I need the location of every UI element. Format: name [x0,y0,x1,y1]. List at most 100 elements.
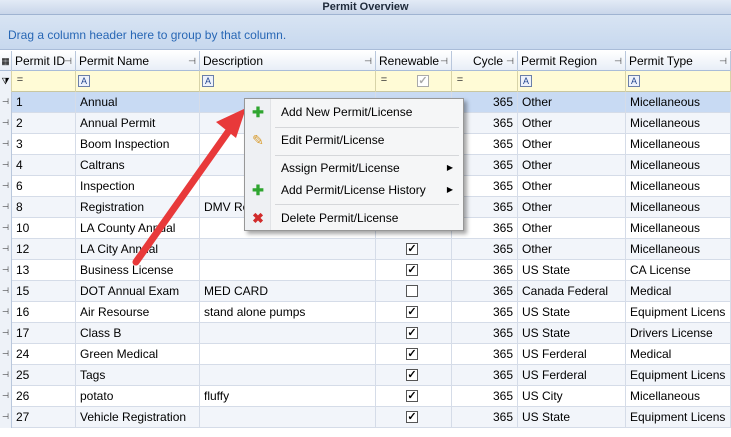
menu-item-add-new-permit[interactable]: ✚ Add New Permit/License [245,101,463,123]
cell-region[interactable]: Canada Federal [518,281,626,302]
cell-name[interactable]: Green Medical [76,344,200,365]
cell-name[interactable]: Annual [76,92,200,113]
cell-id[interactable]: 1 [12,92,76,113]
cell-region[interactable]: Other [518,155,626,176]
filter-cell-description[interactable]: A [200,71,376,92]
renewable-checkbox[interactable]: ✓ [406,390,418,402]
row-pin-icon[interactable]: ⊣ [0,92,12,113]
row-pin-icon[interactable]: ⊣ [0,134,12,155]
cell-name[interactable]: Registration [76,197,200,218]
cell-description[interactable]: stand alone pumps [200,302,376,323]
cell-renewable[interactable]: ✓ [376,365,452,386]
cell-id[interactable]: 4 [12,155,76,176]
cell-region[interactable]: US State [518,323,626,344]
cell-name[interactable]: Boom Inspection [76,134,200,155]
renewable-checkbox[interactable]: ✓ [406,327,418,339]
cell-cycle[interactable]: 365 [452,407,518,428]
cell-description[interactable]: MED CARD [200,281,376,302]
cell-cycle[interactable]: 365 [452,302,518,323]
cell-renewable[interactable]: ✓ [376,260,452,281]
cell-region[interactable]: Other [518,113,626,134]
cell-renewable[interactable]: ✓ [376,386,452,407]
row-pin-icon[interactable]: ⊣ [0,344,12,365]
cell-region[interactable]: Other [518,92,626,113]
row-pin-icon[interactable]: ⊣ [0,323,12,344]
filter-cell-renewable[interactable]: = ✓ [376,71,452,92]
pin-icon[interactable]: ⊣ [364,51,372,71]
row-pin-icon[interactable]: ⊣ [0,239,12,260]
cell-id[interactable]: 24 [12,344,76,365]
filter-operator[interactable]: A [520,75,532,87]
row-pin-icon[interactable]: ⊣ [0,176,12,197]
cell-name[interactable]: Business License [76,260,200,281]
cell-region[interactable]: Other [518,176,626,197]
cell-id[interactable]: 25 [12,365,76,386]
cell-name[interactable]: Inspection [76,176,200,197]
cell-type[interactable]: Equipment Licens [626,407,731,428]
cell-type[interactable]: Micellaneous [626,92,731,113]
cell-id[interactable]: 8 [12,197,76,218]
cell-type[interactable]: Micellaneous [626,197,731,218]
cell-cycle[interactable]: 365 [452,260,518,281]
cell-cycle[interactable]: 365 [452,365,518,386]
cell-type[interactable]: Equipment Licens [626,302,731,323]
filter-cell-permit-id[interactable]: = [12,71,76,92]
pin-icon[interactable]: ⊣ [719,51,727,71]
cell-cycle[interactable]: 365 [452,239,518,260]
cell-type[interactable]: Micellaneous [626,113,731,134]
cell-type[interactable]: Micellaneous [626,239,731,260]
menu-item-add-permit-history[interactable]: ✚ Add Permit/License History ▶ [245,179,463,201]
column-header-permit-region[interactable]: Permit Region ⊣ [518,51,626,71]
cell-cycle[interactable]: 365 [452,281,518,302]
cell-renewable[interactable]: ✓ [376,407,452,428]
pin-icon[interactable]: ⊣ [188,51,196,71]
column-header-permit-name[interactable]: Permit Name ⊣ [76,51,200,71]
menu-item-assign-permit[interactable]: Assign Permit/License ▶ [245,157,463,179]
group-by-panel[interactable]: Drag a column header here to group by th… [0,15,731,50]
cell-region[interactable]: US Ferderal [518,365,626,386]
renewable-checkbox[interactable]: ✓ [406,348,418,360]
table-row[interactable]: ⊣ 17 Class B ✓ 365 US State Drivers License [0,323,731,344]
row-pin-icon[interactable]: ⊣ [0,113,12,134]
row-pin-icon[interactable]: ⊣ [0,260,12,281]
cell-description[interactable] [200,260,376,281]
cell-id[interactable]: 27 [12,407,76,428]
cell-name[interactable]: Annual Permit [76,113,200,134]
cell-description[interactable] [200,344,376,365]
row-pin-icon[interactable]: ⊣ [0,218,12,239]
filter-operator[interactable]: A [78,75,90,87]
row-pin-icon[interactable]: ⊣ [0,365,12,386]
cell-region[interactable]: US City [518,386,626,407]
cell-id[interactable]: 3 [12,134,76,155]
filter-icon[interactable]: ⧩ [0,71,12,92]
cell-id[interactable]: 2 [12,113,76,134]
cell-id[interactable]: 16 [12,302,76,323]
menu-item-delete-permit[interactable]: ✖ Delete Permit/License [245,207,463,229]
renewable-checkbox[interactable]: ✓ [406,264,418,276]
filter-cell-cycle[interactable]: = [452,71,518,92]
cell-name[interactable]: Caltrans [76,155,200,176]
cell-description[interactable] [200,323,376,344]
cell-id[interactable]: 12 [12,239,76,260]
pin-icon[interactable]: ⊣ [506,51,514,71]
cell-cycle[interactable]: 365 [452,344,518,365]
cell-renewable[interactable]: ✓ [376,344,452,365]
renewable-checkbox[interactable] [406,285,418,297]
filter-operator[interactable]: = [454,75,466,87]
filter-cell-permit-type[interactable]: A [626,71,731,92]
table-row[interactable]: ⊣ 13 Business License ✓ 365 US State CA Licens… [0,260,731,281]
table-row[interactable]: ⊣ 27 Vehicle Registration ✓ 365 US State Equip… [0,407,731,428]
row-pin-icon[interactable]: ⊣ [0,386,12,407]
pin-icon[interactable]: ⊣ [614,51,622,71]
cell-type[interactable]: CA License [626,260,731,281]
filter-cell-permit-name[interactable]: A [76,71,200,92]
row-pin-icon[interactable]: ⊣ [0,407,12,428]
cell-type[interactable]: Micellaneous [626,176,731,197]
cell-renewable[interactable]: ✓ [376,302,452,323]
cell-description[interactable] [200,239,376,260]
cell-name[interactable]: potato [76,386,200,407]
filter-operator[interactable]: = [14,75,26,87]
table-row[interactable]: ⊣ 16 Air Resourse stand alone pumps ✓ 365 US S… [0,302,731,323]
cell-renewable[interactable]: ✓ [376,239,452,260]
cell-cycle[interactable]: 365 [452,323,518,344]
